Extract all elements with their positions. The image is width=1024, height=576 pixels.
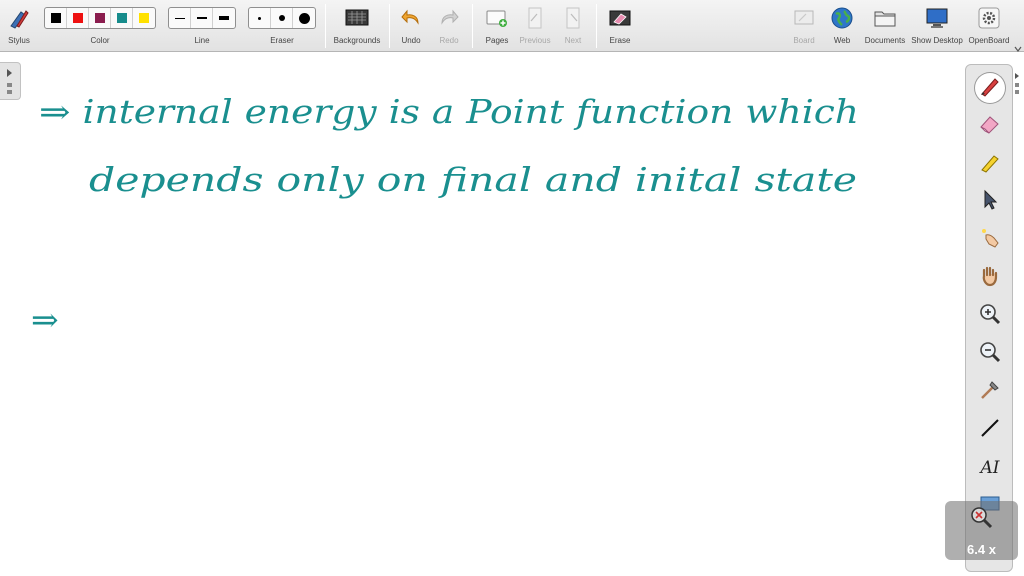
redo-icon xyxy=(436,5,462,31)
pages-button[interactable]: Pages xyxy=(480,0,514,52)
color-group: Color xyxy=(44,0,156,52)
openboard-label: OpenBoard xyxy=(968,36,1010,45)
zoom-out-tool[interactable] xyxy=(975,339,1005,369)
next-page-icon xyxy=(560,5,586,31)
previous-page-icon xyxy=(522,5,548,31)
line-width-selector[interactable] xyxy=(168,7,236,29)
eraser-tool[interactable] xyxy=(975,111,1005,141)
erase-label: Erase xyxy=(609,36,631,45)
line-label: Line xyxy=(194,36,210,45)
stylus-label: Stylus xyxy=(8,36,30,45)
erase-page-icon xyxy=(607,5,633,31)
web-button[interactable]: Web xyxy=(826,0,858,52)
board-icon xyxy=(791,5,817,31)
eraser-icon xyxy=(978,112,1002,141)
dock-handle[interactable] xyxy=(1013,70,1022,98)
monitor-icon xyxy=(924,5,950,31)
documents-button[interactable]: Documents xyxy=(862,0,908,52)
next-button[interactable]: Next xyxy=(556,0,590,52)
pen-tool[interactable] xyxy=(975,73,1005,103)
board-label: Board xyxy=(793,36,815,45)
show-desktop-button[interactable]: Show Desktop xyxy=(910,0,964,52)
backgrounds-button[interactable]: Backgrounds xyxy=(330,0,384,52)
zoom-lens-icon xyxy=(969,505,995,536)
line-medium[interactable] xyxy=(191,8,213,28)
zoom-indicator: 6.4 x xyxy=(945,501,1018,560)
line-tool[interactable] xyxy=(975,415,1005,445)
previous-button[interactable]: Previous xyxy=(516,0,554,52)
documents-label: Documents xyxy=(864,36,906,45)
color-red[interactable] xyxy=(67,8,89,28)
line-group: Line xyxy=(168,0,236,52)
eraser-label: Eraser xyxy=(270,36,294,45)
text-tool[interactable]: AI xyxy=(975,453,1005,483)
laser-icon xyxy=(978,226,1002,255)
eraser-group: Eraser xyxy=(248,0,316,52)
stylus-button[interactable]: Stylus xyxy=(2,0,36,52)
folder-icon xyxy=(872,5,898,31)
top-toolbar: Stylus Color Line Eraser Backgrounds Und… xyxy=(0,0,1024,52)
capture-icon xyxy=(978,378,1002,407)
backgrounds-icon xyxy=(344,5,370,31)
left-panel-handle[interactable] xyxy=(0,62,21,100)
color-yellow[interactable] xyxy=(133,8,155,28)
line-icon xyxy=(979,417,1001,444)
whiteboard-canvas[interactable]: ⇒ internal energy is a Point function wh… xyxy=(21,53,961,576)
openboard-window: Stylus Color Line Eraser Backgrounds Und… xyxy=(0,0,1024,576)
ink-line-1: ⇒ internal energy is a Point function wh… xyxy=(39,92,859,131)
next-label: Next xyxy=(564,36,582,45)
laser-pointer-tool[interactable] xyxy=(975,225,1005,255)
previous-label: Previous xyxy=(519,36,551,45)
toolbar-separator xyxy=(596,4,597,48)
pointer-icon xyxy=(980,189,1000,216)
color-selector[interactable] xyxy=(44,7,156,29)
highlighter-tool[interactable] xyxy=(975,149,1005,179)
board-button[interactable]: Board xyxy=(788,0,820,52)
text-icon: AI xyxy=(980,458,1000,478)
hand-icon xyxy=(978,264,1002,293)
backgrounds-label: Backgrounds xyxy=(333,36,381,45)
undo-label: Undo xyxy=(401,36,421,45)
undo-button[interactable]: Undo xyxy=(396,0,426,52)
eraser-large[interactable] xyxy=(293,8,315,28)
globe-icon xyxy=(829,5,855,31)
add-page-icon xyxy=(484,5,510,31)
web-label: Web xyxy=(833,36,851,45)
color-label: Color xyxy=(90,36,110,45)
redo-button[interactable]: Redo xyxy=(434,0,464,52)
undo-icon xyxy=(398,5,424,31)
zoom-in-tool[interactable] xyxy=(975,301,1005,331)
pages-label: Pages xyxy=(485,36,509,45)
toolbar-separator xyxy=(389,4,390,48)
openboard-menu-button[interactable]: OpenBoard xyxy=(966,0,1012,52)
line-thick[interactable] xyxy=(213,8,235,28)
toolbar-overflow-icon[interactable] xyxy=(1014,40,1022,52)
highlighter-icon xyxy=(978,150,1002,179)
capture-tool[interactable] xyxy=(975,377,1005,407)
gear-icon xyxy=(976,5,1002,31)
show-desktop-label: Show Desktop xyxy=(911,36,963,45)
toolbar-separator xyxy=(325,4,326,48)
eraser-size-selector[interactable] xyxy=(248,7,316,29)
tool-dock: AI xyxy=(965,64,1013,572)
pen-icon xyxy=(978,74,1002,103)
eraser-small[interactable] xyxy=(249,8,271,28)
color-black[interactable] xyxy=(45,8,67,28)
zoom-in-icon xyxy=(978,302,1002,331)
ink-line-2: depends only on final and inital state xyxy=(89,160,857,199)
color-teal[interactable] xyxy=(111,8,133,28)
ink-line-3: ⇒ xyxy=(31,300,59,339)
color-maroon[interactable] xyxy=(89,8,111,28)
stylus-icon xyxy=(6,5,32,31)
zoom-level: 6.4 x xyxy=(967,542,996,557)
toolbar-separator xyxy=(472,4,473,48)
hand-tool[interactable] xyxy=(975,263,1005,293)
selector-tool[interactable] xyxy=(975,187,1005,217)
line-thin[interactable] xyxy=(169,8,191,28)
redo-label: Redo xyxy=(439,36,459,45)
eraser-medium[interactable] xyxy=(271,8,293,28)
zoom-out-icon xyxy=(978,340,1002,369)
erase-button[interactable]: Erase xyxy=(603,0,637,52)
